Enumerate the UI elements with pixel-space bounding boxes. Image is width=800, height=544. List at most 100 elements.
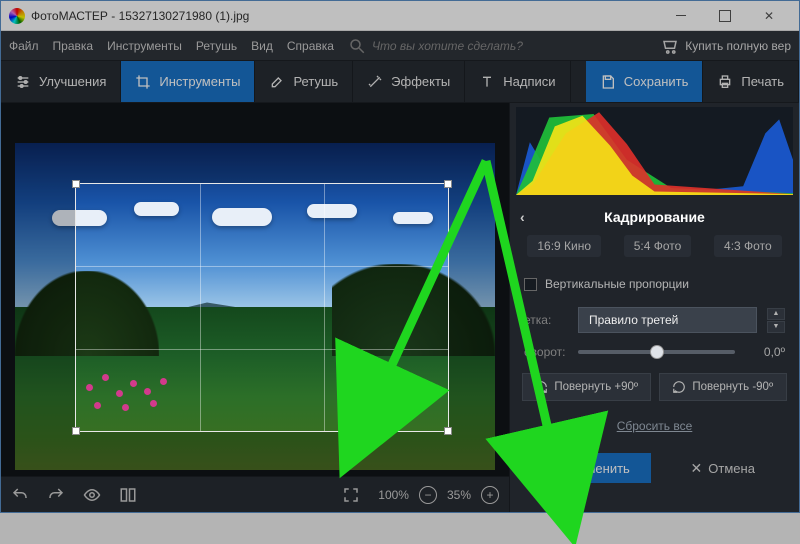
compare-icon[interactable] bbox=[119, 486, 137, 504]
wand-icon bbox=[367, 74, 383, 90]
titlebar: ФотоМАСТЕР - 15327130271980 (1).jpg bbox=[1, 1, 799, 31]
rotate-label: оворот: bbox=[524, 345, 568, 359]
tab-text-label: Надписи bbox=[503, 74, 555, 89]
minimize-button[interactable] bbox=[659, 2, 703, 30]
photo-preview bbox=[15, 143, 495, 470]
app-logo-icon bbox=[9, 8, 25, 24]
rotate-plus90-label: Повернуть +90º bbox=[554, 381, 638, 393]
apply-label: Применить bbox=[563, 461, 630, 476]
panel-title: Кадрирование bbox=[604, 209, 705, 225]
menu-help[interactable]: Справка bbox=[287, 39, 334, 53]
sliders-icon bbox=[15, 74, 31, 90]
rotate-ccw-icon bbox=[672, 380, 686, 394]
tab-enhance[interactable]: Улучшения bbox=[1, 61, 121, 102]
menu-tools[interactable]: Инструменты bbox=[107, 39, 182, 53]
apply-row: Применить ✕ Отмена bbox=[510, 443, 799, 487]
tab-tools-label: Инструменты bbox=[159, 74, 240, 89]
search-icon bbox=[348, 37, 366, 55]
tab-enhance-label: Улучшения bbox=[39, 74, 106, 89]
text-icon bbox=[479, 74, 495, 90]
rotate-value: 0,0º bbox=[745, 345, 785, 359]
crop-handle-tr[interactable] bbox=[444, 180, 452, 188]
menu-edit[interactable]: Правка bbox=[53, 39, 94, 53]
slider-thumb[interactable] bbox=[650, 345, 664, 359]
undo-icon[interactable] bbox=[11, 486, 29, 504]
app-body: Файл Правка Инструменты Ретушь Вид Справ… bbox=[1, 31, 799, 512]
menu-file[interactable]: Файл bbox=[9, 39, 39, 53]
search-box[interactable]: Что вы хотите сделать? bbox=[348, 37, 523, 55]
grid-stepper[interactable]: ▲▼ bbox=[767, 308, 785, 333]
maximize-button[interactable] bbox=[703, 2, 747, 30]
tab-effects[interactable]: Эффекты bbox=[353, 61, 465, 102]
tab-effects-label: Эффекты bbox=[391, 74, 450, 89]
reset-link[interactable]: Сбросить все bbox=[617, 419, 693, 433]
brush-icon bbox=[269, 74, 285, 90]
crop-handle-tl[interactable] bbox=[72, 180, 80, 188]
fit-icon[interactable] bbox=[342, 486, 360, 504]
ratio-169[interactable]: 16:9 Кино bbox=[527, 235, 601, 257]
redo-icon[interactable] bbox=[47, 486, 65, 504]
panel-header: ‹ Кадрирование bbox=[510, 199, 799, 231]
grid-row: етка: Правило третей ▲▼ bbox=[510, 301, 799, 339]
save-button[interactable]: Сохранить bbox=[586, 61, 704, 102]
bottom-toolbar: 100% − 35% + bbox=[1, 476, 509, 512]
zoom-100-label[interactable]: 100% bbox=[378, 488, 409, 502]
apply-button[interactable]: Применить bbox=[522, 453, 651, 483]
close-icon: ✕ bbox=[691, 460, 703, 477]
right-panel: ‹ Кадрирование 16:9 Кино 5:4 Фото 4:3 Фо… bbox=[509, 103, 799, 512]
cancel-button[interactable]: ✕ Отмена bbox=[659, 453, 788, 483]
tab-text[interactable]: Надписи bbox=[465, 61, 570, 102]
buy-full-label: Купить полную вер bbox=[685, 39, 791, 53]
rotate-minus90-label: Повернуть -90º bbox=[692, 381, 773, 393]
rotate-slider[interactable] bbox=[578, 350, 735, 354]
window-title: ФотоМАСТЕР - 15327130271980 (1).jpg bbox=[31, 9, 659, 23]
zoom-value: 35% bbox=[447, 488, 471, 502]
check-icon bbox=[543, 461, 557, 475]
ratio-54[interactable]: 5:4 Фото bbox=[624, 235, 692, 257]
eye-icon[interactable] bbox=[83, 486, 101, 504]
close-button[interactable] bbox=[747, 2, 791, 30]
rotate-plus90-button[interactable]: Повернуть +90º bbox=[522, 373, 651, 401]
ratio-presets: 16:9 Кино 5:4 Фото 4:3 Фото bbox=[510, 231, 799, 267]
grid-value: Правило третей bbox=[589, 313, 678, 327]
menu-retouch[interactable]: Ретушь bbox=[196, 39, 237, 53]
rotate-slider-row: оворот: 0,0º bbox=[510, 339, 799, 365]
main-toolbar: Улучшения Инструменты Ретушь Эффекты Над… bbox=[1, 61, 799, 103]
rotate-buttons: Повернуть +90º Повернуть -90º bbox=[510, 365, 799, 409]
save-label: Сохранить bbox=[624, 74, 689, 89]
crop-box[interactable] bbox=[75, 183, 449, 432]
app-window: ФотоМАСТЕР - 15327130271980 (1).jpg Файл… bbox=[0, 0, 800, 513]
crop-handle-bl[interactable] bbox=[72, 427, 80, 435]
vertical-proportions-row[interactable]: Вертикальные пропорции bbox=[510, 267, 799, 301]
menubar: Файл Правка Инструменты Ретушь Вид Справ… bbox=[1, 31, 799, 61]
search-placeholder: Что вы хотите сделать? bbox=[372, 39, 523, 53]
tab-retouch[interactable]: Ретушь bbox=[255, 61, 353, 102]
print-icon bbox=[717, 74, 733, 90]
crop-icon bbox=[135, 74, 151, 90]
cancel-label: Отмена bbox=[708, 461, 755, 476]
grid-dropdown[interactable]: Правило третей bbox=[578, 307, 757, 333]
back-icon[interactable]: ‹ bbox=[520, 209, 525, 225]
content-area: 100% − 35% + ‹ Кадрирование 16:9 Кино bbox=[1, 103, 799, 512]
buy-full-link[interactable]: Купить полную вер bbox=[661, 37, 791, 55]
tab-tools[interactable]: Инструменты bbox=[121, 61, 255, 102]
cart-icon bbox=[661, 37, 679, 55]
vertical-proportions-label: Вертикальные пропорции bbox=[545, 277, 689, 291]
histogram bbox=[516, 107, 793, 195]
zoom-out-button[interactable]: − bbox=[419, 486, 437, 504]
crop-handle-br[interactable] bbox=[444, 427, 452, 435]
save-icon bbox=[600, 74, 616, 90]
menu-view[interactable]: Вид bbox=[251, 39, 273, 53]
reset-row: Сбросить все bbox=[510, 409, 799, 443]
rotate-cw-icon bbox=[534, 380, 548, 394]
ratio-43[interactable]: 4:3 Фото bbox=[714, 235, 782, 257]
print-button[interactable]: Печать bbox=[703, 61, 799, 102]
print-label: Печать bbox=[741, 74, 784, 89]
grid-label: етка: bbox=[524, 313, 568, 327]
tab-retouch-label: Ретушь bbox=[293, 74, 338, 89]
checkbox-icon[interactable] bbox=[524, 278, 537, 291]
rotate-minus90-button[interactable]: Повернуть -90º bbox=[659, 373, 788, 401]
canvas-area: 100% − 35% + bbox=[1, 103, 509, 512]
zoom-in-button[interactable]: + bbox=[481, 486, 499, 504]
image-canvas[interactable] bbox=[15, 113, 495, 470]
